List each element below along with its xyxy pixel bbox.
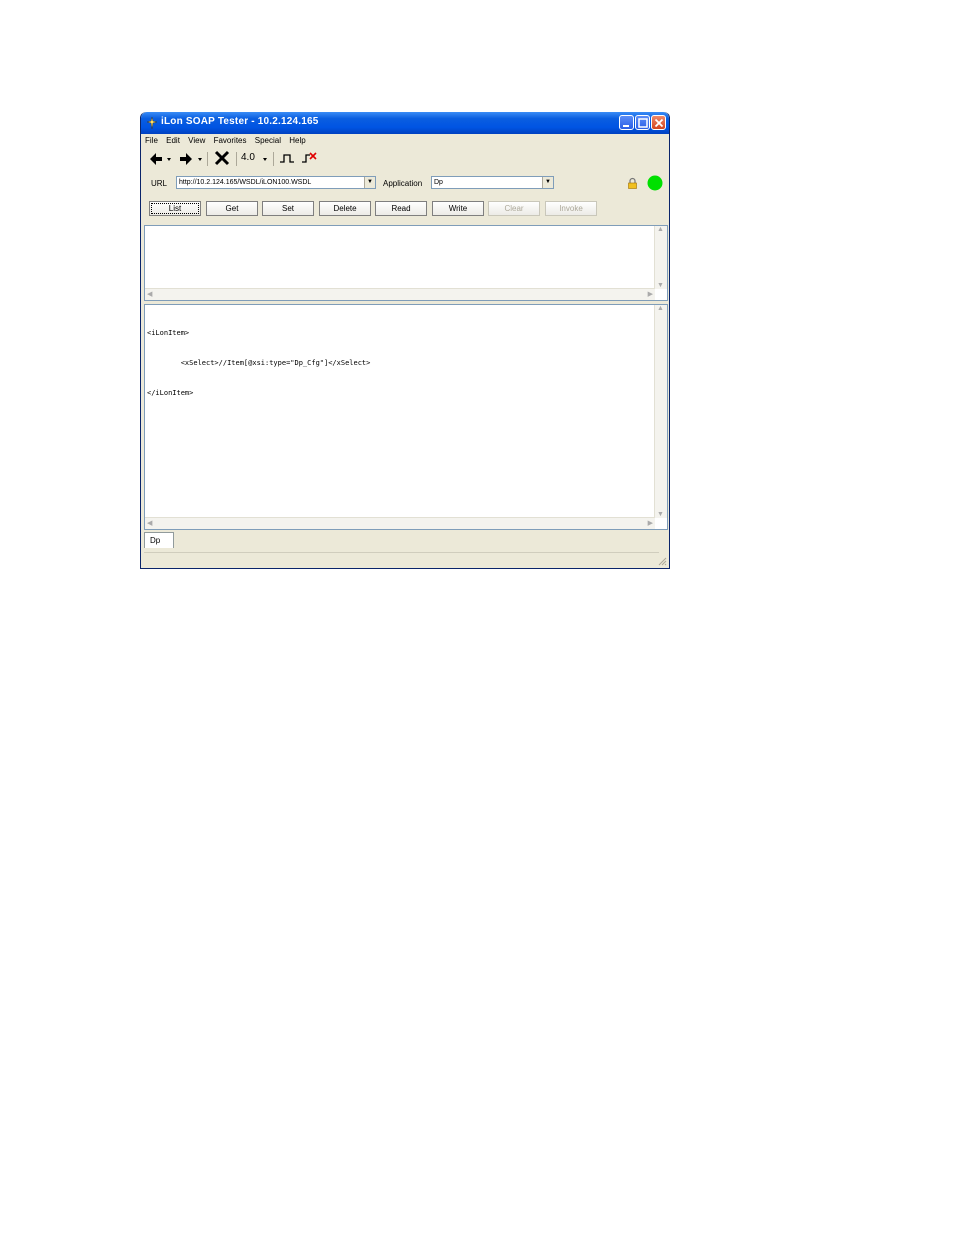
resize-grip-icon[interactable] <box>657 556 667 566</box>
scroll-down-icon[interactable]: ▼ <box>657 282 664 289</box>
back-arrow-icon[interactable] <box>149 150 163 168</box>
forward-dropdown-icon[interactable] <box>197 150 203 168</box>
scroll-left-icon[interactable]: ◀ <box>147 290 152 298</box>
url-row: URL http://10.2.124.165/WSDL/iLON100.WSD… <box>141 175 669 192</box>
app-icon <box>147 117 157 129</box>
scroll-right-icon[interactable]: ▶ <box>648 519 653 527</box>
menu-help[interactable]: Help <box>289 134 305 148</box>
version-selector[interactable]: 4.0 <box>241 152 255 170</box>
vertical-scrollbar[interactable]: ▲ ▼ <box>654 305 667 518</box>
minimize-button[interactable] <box>619 115 634 130</box>
stop-icon[interactable] <box>214 150 230 168</box>
xml-line: <iLonItem> <box>147 329 190 337</box>
menu-special[interactable]: Special <box>255 134 281 148</box>
list-button[interactable]: List <box>149 201 201 216</box>
status-bar <box>144 552 659 566</box>
back-dropdown-icon[interactable] <box>166 150 172 168</box>
scroll-left-icon[interactable]: ◀ <box>147 519 152 527</box>
xml-line: </iLonItem> <box>147 389 194 397</box>
horizontal-scrollbar[interactable]: ◀ ▶ <box>145 288 655 300</box>
version-dropdown-icon[interactable] <box>262 150 268 168</box>
scroll-right-icon[interactable]: ▶ <box>648 290 653 298</box>
scroll-up-icon[interactable]: ▲ <box>657 226 664 233</box>
close-icon <box>654 118 664 128</box>
toolbar-separator <box>236 152 237 166</box>
menu-view[interactable]: View <box>188 134 205 148</box>
horizontal-scrollbar[interactable]: ◀ ▶ <box>145 517 655 529</box>
request-xml[interactable]: <iLonItem> <xSelect>//Item[@xsi:type="Dp… <box>147 308 370 418</box>
lock-icon <box>628 177 637 189</box>
toolbar-separator <box>207 152 208 166</box>
response-pane[interactable]: ▲ ▼ ◀ ▶ <box>144 225 668 301</box>
request-editor[interactable]: <iLonItem> <xSelect>//Item[@xsi:type="Dp… <box>144 304 668 530</box>
maximize-button[interactable] <box>635 115 650 130</box>
clear-button[interactable]: Clear <box>488 201 540 216</box>
url-value: http://10.2.124.165/WSDL/iLON100.WSDL <box>179 179 312 186</box>
url-combobox[interactable]: http://10.2.124.165/WSDL/iLON100.WSDL ▼ <box>176 176 376 189</box>
window-title: iLon SOAP Tester - 10.2.124.165 <box>161 116 319 127</box>
application-value: Dp <box>434 179 443 186</box>
action-button-row: List Get Set Delete Read Write Clear Inv… <box>141 201 669 217</box>
application-label: Application <box>383 179 423 188</box>
invoke-button[interactable]: Invoke <box>545 201 597 216</box>
title-bar[interactable]: iLon SOAP Tester - 10.2.124.165 <box>141 112 669 134</box>
connection-status-icon <box>647 175 663 191</box>
forward-arrow-icon[interactable] <box>179 150 193 168</box>
vertical-scrollbar[interactable]: ▲ ▼ <box>654 226 667 289</box>
application-combobox[interactable]: Dp ▼ <box>431 176 554 189</box>
toolbar-separator <box>273 152 274 166</box>
get-button[interactable]: Get <box>206 201 258 216</box>
menu-edit[interactable]: Edit <box>166 134 180 148</box>
maximize-icon <box>638 118 648 128</box>
menu-bar: File Edit View Favorites Special Help <box>145 134 312 148</box>
toolbar: 4.0 <box>147 150 347 168</box>
connect-icon[interactable] <box>279 150 295 168</box>
delete-button[interactable]: Delete <box>319 201 371 216</box>
chevron-down-icon[interactable]: ▼ <box>364 177 375 188</box>
chevron-down-icon[interactable]: ▼ <box>542 177 553 188</box>
scroll-down-icon[interactable]: ▼ <box>657 511 664 518</box>
read-button[interactable]: Read <box>375 201 427 216</box>
disconnect-icon[interactable] <box>301 150 317 168</box>
set-button[interactable]: Set <box>262 201 314 216</box>
close-button[interactable] <box>651 115 666 130</box>
menu-file[interactable]: File <box>145 134 158 148</box>
minimize-icon <box>623 125 629 127</box>
scroll-up-icon[interactable]: ▲ <box>657 305 664 312</box>
tab-dp[interactable]: Dp <box>144 532 174 548</box>
main-window: iLon SOAP Tester - 10.2.124.165 File Edi… <box>140 112 670 569</box>
xml-line: <xSelect>//Item[@xsi:type="Dp_Cfg"]</xSe… <box>147 359 371 367</box>
write-button[interactable]: Write <box>432 201 484 216</box>
url-label: URL <box>151 179 168 188</box>
menu-favorites[interactable]: Favorites <box>214 134 247 148</box>
